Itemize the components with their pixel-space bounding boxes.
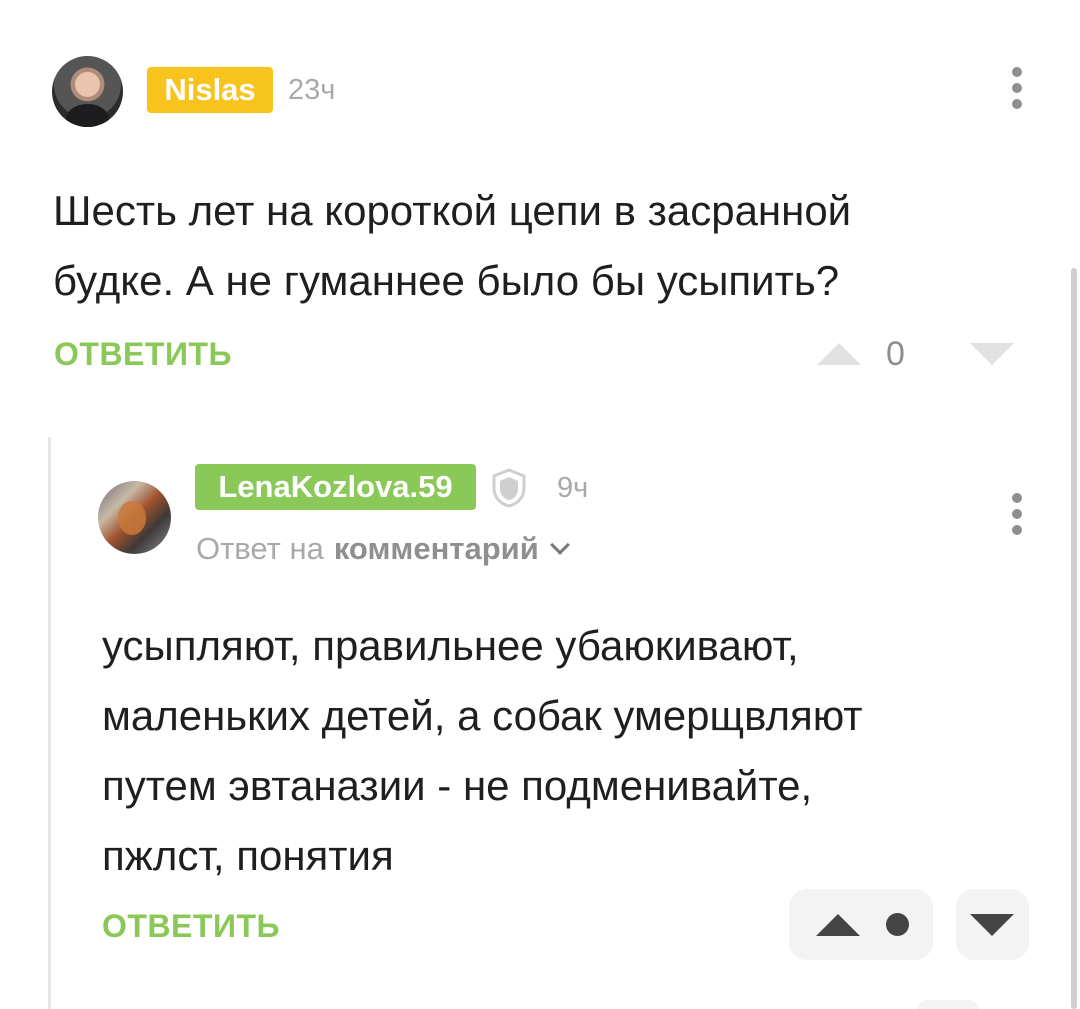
- avatar[interactable]: [98, 481, 171, 554]
- comment-text: Шесть лет на короткой цепи в засранной б…: [53, 176, 1013, 316]
- vote-down-icon[interactable]: [970, 343, 1014, 365]
- vote-up-button[interactable]: [789, 889, 933, 960]
- reply-button[interactable]: ОТВЕТИТЬ: [102, 908, 280, 945]
- reply-button[interactable]: ОТВЕТИТЬ: [54, 336, 232, 373]
- vote-down-button[interactable]: [956, 889, 1029, 960]
- more-vertical-icon[interactable]: [1010, 67, 1024, 109]
- thread-line[interactable]: [48, 437, 51, 1009]
- comment-time: 23ч: [288, 74, 336, 106]
- comment-line: Шесть лет на короткой цепи в засранной: [53, 187, 852, 234]
- username-badge[interactable]: LenaKozlova.59: [195, 464, 476, 510]
- reply-to-target[interactable]: комментарий: [334, 531, 539, 567]
- next-control-edge: [918, 1000, 978, 1009]
- more-vertical-icon[interactable]: [1010, 493, 1024, 535]
- comment-line: пжлст, понятия: [102, 832, 394, 879]
- vote-down-icon[interactable]: [970, 914, 1014, 936]
- username-badge[interactable]: Nislas: [147, 67, 273, 113]
- reply-to-prefix: Ответ на: [196, 531, 324, 566]
- chevron-down-icon[interactable]: [549, 535, 570, 555]
- comment-line: маленьких детей, а собак умерщвляют: [102, 692, 863, 739]
- comment-line: будке. А не гуманнее было бы усыпить?: [53, 257, 840, 304]
- score-hidden-dot: [886, 913, 909, 936]
- vote-up-icon[interactable]: [817, 343, 861, 365]
- comment-score: 0: [886, 335, 905, 373]
- comment-line: путем эвтаназии - не подменивайте,: [102, 762, 813, 809]
- comment-time: 9ч: [557, 472, 589, 504]
- scrollbar[interactable]: [1071, 268, 1077, 1009]
- shield-icon: [492, 468, 526, 508]
- avatar[interactable]: [52, 56, 123, 127]
- comment-line: усыпляют, правильнее убаюкивают,: [102, 622, 799, 669]
- vote-up-icon[interactable]: [816, 914, 860, 936]
- reply-to-label[interactable]: Ответ на комментарий: [196, 531, 570, 567]
- comment-text: усыпляют, правильнее убаюкивают, маленьк…: [102, 611, 1002, 891]
